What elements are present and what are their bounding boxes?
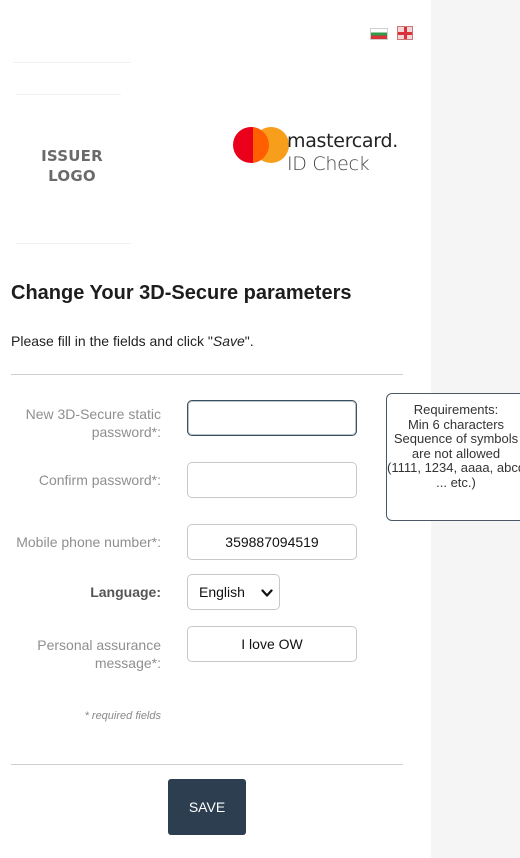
page: ISSUER LOGO mastercard. ID Check Change … — [0, 0, 520, 858]
instructions-text: Please fill in the fields and click " — [11, 333, 213, 349]
language-switcher — [370, 26, 413, 40]
divider — [13, 62, 131, 63]
page-title: Change Your 3D-Secure parameters — [11, 282, 352, 304]
assurance-message-label-line: Personal assurance — [37, 637, 161, 653]
assurance-message-label: Personal assurance message*: — [37, 636, 161, 672]
new-password-label: New 3D-Secure static password*: — [26, 405, 161, 441]
tooltip-line: Min 6 characters — [407, 416, 505, 432]
confirm-password-field[interactable] — [187, 462, 357, 498]
bulgarian-flag-icon[interactable] — [370, 28, 388, 40]
new-password-field[interactable] — [187, 400, 357, 436]
divider — [16, 94, 121, 95]
divider-top — [11, 374, 403, 375]
mastercard-id-check-logo: mastercard. ID Check — [233, 125, 403, 177]
mobile-phone-field[interactable] — [187, 524, 357, 560]
mastercard-wordmark: mastercard. — [287, 130, 398, 152]
tooltip-line: ... etc.) — [436, 474, 476, 490]
tooltip-line: Sequence of symbols — [393, 431, 519, 446]
language-select-value: English — [199, 584, 245, 600]
new-password-label-line: New 3D-Secure static — [25, 406, 161, 422]
tooltip-line: (1111, 1234, aaaa, abcd — [387, 460, 520, 475]
issuer-logo-line: ISSUER — [41, 147, 103, 165]
instructions: Please fill in the fields and click "Sav… — [11, 333, 254, 349]
assurance-message-label-line: message*: — [94, 655, 161, 671]
divider-bottom — [11, 764, 403, 765]
chevron-down-icon — [261, 589, 273, 597]
divider — [16, 243, 131, 244]
confirm-password-label: Confirm password*: — [38, 472, 161, 488]
save-button[interactable]: SAVE — [168, 779, 246, 835]
instructions-text-end: ". — [244, 333, 254, 349]
language-label: Language: — [90, 584, 161, 600]
password-requirements-tooltip: Requirements: Min 6 characters Sequence … — [386, 393, 520, 521]
issuer-logo: ISSUER LOGO — [37, 146, 107, 186]
instructions-emphasis: Save — [212, 333, 245, 349]
tooltip-line: are not allowed — [411, 445, 501, 461]
mobile-phone-label: Mobile phone number*: — [16, 534, 161, 550]
issuer-logo-line: LOGO — [48, 167, 96, 185]
language-select[interactable]: English — [187, 574, 280, 610]
required-fields-note: * required fields — [84, 710, 161, 722]
english-flag-icon[interactable] — [397, 26, 413, 40]
new-password-label-line: password*: — [91, 424, 161, 440]
assurance-message-field[interactable] — [187, 626, 357, 662]
id-check-label: ID Check — [287, 153, 370, 175]
mastercard-overlap — [253, 127, 269, 163]
tooltip-line: Requirements: — [413, 402, 499, 417]
